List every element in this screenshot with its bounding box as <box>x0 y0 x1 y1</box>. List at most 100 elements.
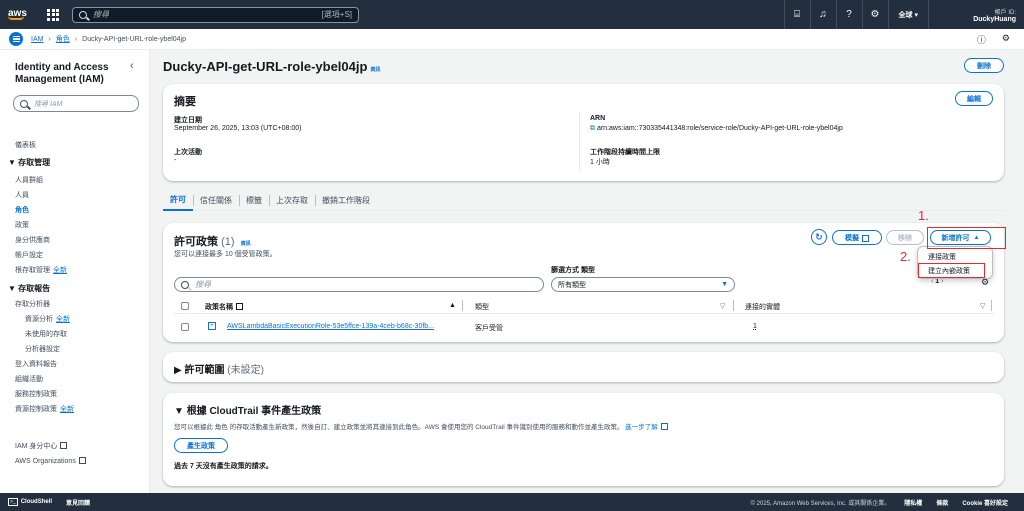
external-link-icon <box>236 303 243 310</box>
refresh-button[interactable]: ↻ <box>811 229 827 245</box>
simulate-label: 模擬 <box>845 234 859 242</box>
simulate-button[interactable]: 模擬 <box>832 230 882 245</box>
column-policy-name-label: 政策名稱 <box>205 304 233 311</box>
policy-name-link[interactable]: AWSLambdaBasicExecutionRole-53e5ffce-139… <box>227 323 434 330</box>
nav-root-access[interactable]: 根存取管理 全新 <box>15 265 67 275</box>
column-attached-entities[interactable]: 連接的實體 <box>745 302 780 312</box>
nav-user-groups[interactable]: 人員群組 <box>15 175 43 185</box>
refresh-icon: ↻ <box>815 231 823 242</box>
generate-policy-button[interactable]: 產生政策 <box>174 438 228 453</box>
close-nav-icon[interactable]: ‹ <box>130 60 134 72</box>
column-policy-name[interactable]: 政策名稱 <box>205 302 243 312</box>
annotation-label-2: 2. <box>900 249 911 264</box>
learn-more-link[interactable]: 進一步了解 <box>625 424 658 431</box>
summary-title: 摘要 <box>174 96 196 108</box>
tab-permissions[interactable]: 許可 <box>163 190 193 211</box>
nav-org-activity[interactable]: 組織活動 <box>15 374 43 384</box>
expand-row-icon[interactable]: + <box>208 322 216 330</box>
preferences-icon[interactable]: ⚙ <box>1002 33 1010 46</box>
nav-resource-analysis-label: 資源分析 <box>25 316 53 323</box>
arn-label: ARN <box>590 115 606 122</box>
select-all-checkbox[interactable] <box>181 302 189 310</box>
nav-dashboard[interactable]: 儀表板 <box>15 140 36 150</box>
cloudshell-label: CloudShell <box>20 499 53 505</box>
table-header: 政策名稱 ▲ 類型 ▽ 連接的實體 ▽ <box>174 299 994 314</box>
copy-icon[interactable]: ⧉ <box>590 125 597 132</box>
info-link[interactable]: 資訊 <box>370 67 380 73</box>
attached-entities-count[interactable]: 1 <box>753 323 757 330</box>
settings-icon[interactable]: ⚙ <box>861 0 888 29</box>
search-icon <box>79 10 87 19</box>
account-user: DuckyHuang <box>973 15 1016 23</box>
nav-policies[interactable]: 政策 <box>15 220 29 230</box>
nav-access-analyzer[interactable]: 存取分析器 <box>15 299 50 309</box>
external-link-icon <box>60 442 68 449</box>
search-icon <box>181 280 189 289</box>
edit-button[interactable]: 編輯 <box>955 91 993 106</box>
delete-button[interactable]: 刪除 <box>964 58 1004 73</box>
attach-policies-menu-item[interactable]: 連接政策 <box>928 252 956 262</box>
global-search-input[interactable]: 搜尋 [選項+S] <box>72 6 359 23</box>
sort-icon[interactable]: ▽ <box>980 302 985 310</box>
search-icon <box>20 99 28 108</box>
column-type[interactable]: 類型 <box>475 302 489 312</box>
nav-resource-analysis[interactable]: 資源分析 全新 <box>25 314 70 324</box>
remove-button[interactable]: 移除 <box>886 230 924 245</box>
nav-identity-providers[interactable]: 身分供應商 <box>15 235 50 245</box>
permissions-subtitle: 您可以連接最多 10 個受管政策。 <box>174 251 277 258</box>
nav-users[interactable]: 人員 <box>15 190 29 200</box>
nav-rcp[interactable]: 資源控制政策 全新 <box>15 404 74 414</box>
nav-scp[interactable]: 服務控制政策 <box>15 389 57 399</box>
boundary-state: (未設定) <box>227 365 264 376</box>
notifications-icon[interactable]: ♫ <box>809 0 836 29</box>
nav-analyzer-settings[interactable]: 分析器設定 <box>25 344 60 354</box>
breadcrumb-roles[interactable]: 角色 <box>56 34 70 44</box>
services-grid-icon[interactable] <box>46 8 60 22</box>
cookie-preferences-link[interactable]: Cookie 喜好設定 <box>962 498 1008 507</box>
policy-type: 客戶受管 <box>475 325 503 332</box>
breadcrumb-current: Ducky-API-get-URL-role-ybel04jp <box>82 35 187 43</box>
nav-section-access-reports[interactable]: ▼ 存取報告 <box>8 283 50 294</box>
tab-revoke-sessions[interactable]: 撤銷工作階段 <box>315 190 377 211</box>
service-title[interactable]: Identity and Access Management (IAM) <box>15 62 120 86</box>
policy-search-input[interactable]: 搜尋 <box>174 277 544 292</box>
page-number[interactable]: 1 <box>935 278 939 285</box>
tab-last-accessed[interactable]: 上次存取 <box>269 190 315 211</box>
nav-aws-organizations[interactable]: AWS Organizations <box>15 456 86 465</box>
nav-unused-access[interactable]: 未使用的存取 <box>25 329 67 339</box>
cloudshell-button[interactable]: >_ CloudShell <box>8 498 52 506</box>
feedback-link[interactable]: 意見回饋 <box>66 498 90 507</box>
cloudtrail-toggle[interactable]: ▼ 根據 CloudTrail 事件產生政策 <box>174 402 321 417</box>
info-link[interactable]: 資訊 <box>241 241 251 247</box>
nav-search-input[interactable]: 搜尋 IAM <box>13 95 139 112</box>
nav-credential-report[interactable]: 登入資料報告 <box>15 359 57 369</box>
tab-trust-relationships[interactable]: 信任關係 <box>193 190 239 211</box>
max-session-label: 工作階段持續時間上限 <box>590 149 660 156</box>
aws-logo[interactable]: aws <box>8 8 30 20</box>
breadcrumb-iam[interactable]: IAM <box>31 36 43 43</box>
sort-asc-icon[interactable]: ▲ <box>449 302 456 309</box>
new-badge: 全新 <box>60 406 74 413</box>
nav-section-access-management[interactable]: ▼ 存取管理 <box>8 157 50 168</box>
sort-icon[interactable]: ▽ <box>720 302 725 310</box>
nav-account-settings[interactable]: 帳戶設定 <box>15 250 43 260</box>
nav-roles[interactable]: 角色 <box>15 205 29 215</box>
account-menu[interactable]: 帳戶 ID: DuckyHuang <box>928 0 1024 29</box>
type-filter-select[interactable]: 所有類型 ▼ <box>551 277 735 292</box>
info-panel-icon[interactable]: ⓘ <box>977 33 986 46</box>
row-checkbox[interactable] <box>181 323 189 331</box>
nav-aws-organizations-label: AWS Organizations <box>15 458 76 465</box>
permissions-boundary-toggle[interactable]: ▶ 許可範圍 (未設定) <box>174 361 264 376</box>
nav-identity-center[interactable]: IAM 身分中心 <box>15 441 68 451</box>
privacy-link[interactable]: 隱私權 <box>904 498 922 507</box>
menu-icon[interactable] <box>9 32 23 46</box>
permissions-title-text: 許可政策 <box>174 236 218 248</box>
nav-identity-center-label: IAM 身分中心 <box>15 443 58 450</box>
cloudshell-icon[interactable]: ⌸ <box>783 0 810 29</box>
terms-link[interactable]: 條款 <box>936 498 948 507</box>
tab-tags[interactable]: 標籤 <box>239 190 269 211</box>
column-divider <box>733 300 734 311</box>
help-icon[interactable]: ? <box>835 0 862 29</box>
region-selector[interactable]: 全球 ▾ <box>887 0 928 29</box>
footer: >_ CloudShell 意見回饋 © 2025, Amazon Web Ser… <box>0 493 1024 511</box>
